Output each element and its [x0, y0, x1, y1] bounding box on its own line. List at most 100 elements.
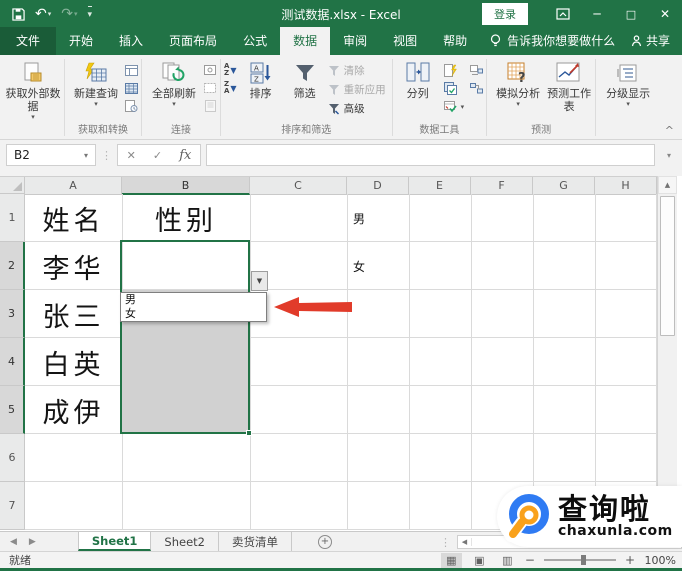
recent-sources-icon[interactable] [124, 99, 138, 113]
advanced-filter-button[interactable]: 高级 [327, 101, 389, 116]
zoom-out-icon[interactable]: − [525, 553, 535, 567]
sheet-tab-sales-list[interactable]: 卖货清单 [219, 532, 292, 551]
column-header-f[interactable]: F [471, 177, 533, 195]
tab-file[interactable]: 文件 [0, 27, 57, 55]
share-button[interactable]: 共享 [631, 32, 670, 49]
prev-sheet-icon[interactable]: ◀ [10, 537, 17, 547]
row-header-7[interactable]: 7 [0, 482, 25, 530]
filter-button[interactable]: 筛选 [283, 58, 327, 100]
column-header-d[interactable]: D [347, 177, 409, 195]
name-box-dropdown-icon[interactable]: ▾ [77, 151, 95, 160]
close-button[interactable]: ✕ [648, 0, 682, 28]
zoom-slider-thumb[interactable] [581, 555, 587, 565]
sort-descending-icon[interactable]: Z A ▼ [224, 81, 237, 95]
flash-fill-icon[interactable] [444, 63, 458, 77]
next-sheet-icon[interactable]: ▶ [29, 537, 36, 547]
tab-page-layout[interactable]: 页面布局 [156, 27, 230, 55]
insert-function-icon[interactable]: fx [179, 148, 191, 163]
row-header-1[interactable]: 1 [0, 194, 25, 242]
cell-d1[interactable]: 男 [347, 194, 409, 242]
sheet-tab-sheet1[interactable]: Sheet1 [77, 532, 152, 551]
tab-help[interactable]: 帮助 [430, 27, 480, 55]
column-header-c[interactable]: C [250, 177, 347, 195]
dropdown-option-male[interactable]: 男 [121, 293, 266, 307]
cell-a3[interactable]: 张三 [25, 290, 122, 338]
tab-insert[interactable]: 插入 [106, 27, 156, 55]
edit-links-icon[interactable] [203, 99, 217, 113]
text-to-columns-button[interactable]: 分列 [396, 58, 440, 100]
ribbon-display-options-icon[interactable] [546, 0, 580, 28]
tab-formulas[interactable]: 公式 [230, 27, 280, 55]
sort-ascending-icon[interactable]: A Z ▼ [224, 63, 237, 77]
reapply-filter-button[interactable]: 重新应用 [327, 82, 389, 97]
tab-review[interactable]: 审阅 [330, 27, 380, 55]
formula-input[interactable] [206, 144, 655, 166]
dropdown-option-female[interactable]: 女 [121, 307, 266, 321]
normal-view-icon[interactable]: ▦ [440, 552, 462, 568]
refresh-all-button[interactable]: 全部刷新 ▾ [145, 58, 203, 108]
row-header-3[interactable]: 3 [0, 290, 25, 338]
redo-button[interactable]: ↷ ▾ [61, 7, 77, 21]
zoom-in-icon[interactable]: + [625, 553, 635, 567]
status-bar: 就绪 ▦ ▣ ▥ − + 100% [0, 551, 682, 568]
new-sheet-icon[interactable]: + [318, 534, 332, 549]
cell-a2[interactable]: 李华 [25, 242, 122, 290]
connection-properties-icon[interactable] [203, 63, 217, 77]
cancel-entry-icon[interactable]: ✕ [127, 149, 136, 162]
name-box[interactable]: B2 ▾ [6, 144, 96, 166]
select-all-corner[interactable] [0, 177, 25, 194]
row-header-6[interactable]: 6 [0, 434, 25, 482]
tab-data[interactable]: 数据 [280, 27, 331, 55]
page-break-view-icon[interactable]: ▥ [497, 553, 518, 568]
forecast-sheet-button[interactable]: 预测工作表 [546, 58, 592, 113]
from-table-icon[interactable] [124, 81, 138, 95]
row-header-5[interactable]: 5 [0, 386, 25, 434]
column-header-h[interactable]: H [595, 177, 657, 195]
tab-home[interactable]: 开始 [56, 27, 106, 55]
row-header-4[interactable]: 4 [0, 338, 25, 386]
show-queries-icon[interactable] [124, 63, 138, 77]
relationships-icon[interactable] [469, 81, 483, 95]
what-if-analysis-button[interactable]: ? 模拟分析 ▾ [490, 58, 546, 108]
column-header-e[interactable]: E [409, 177, 471, 195]
properties-icon[interactable] [203, 81, 217, 95]
cell-a5[interactable]: 成伊 [25, 386, 122, 434]
undo-button[interactable]: ↶ ▾ [35, 7, 51, 21]
get-external-data-button[interactable]: 获取外部数据 ▾ [5, 58, 61, 121]
fill-handle[interactable] [246, 430, 252, 436]
vertical-scrollbar-thumb[interactable] [660, 196, 675, 336]
expand-formula-bar-icon[interactable]: ▾ [660, 151, 678, 160]
tell-me-box[interactable]: 告诉我你想要做什么 [490, 32, 615, 55]
clear-filter-button[interactable]: 清除 [327, 63, 389, 78]
data-validation-button[interactable]: ▾ [444, 99, 464, 114]
maximize-button[interactable]: □ [614, 0, 648, 28]
column-header-a[interactable]: A [25, 177, 122, 195]
zoom-slider[interactable] [543, 555, 616, 565]
cell-dropdown-button[interactable]: ▼ [251, 271, 268, 291]
customize-qat-button[interactable]: ▾ [87, 6, 93, 22]
page-layout-view-icon[interactable]: ▣ [469, 553, 490, 568]
consolidate-icon[interactable] [469, 63, 483, 77]
new-query-button[interactable]: 新建查询 ▾ [68, 58, 124, 108]
cell-a1[interactable]: 姓名 [25, 194, 122, 242]
zoom-level[interactable]: 100% [642, 554, 676, 567]
cell-d2[interactable]: 女 [347, 242, 409, 290]
cell-a4[interactable]: 白英 [25, 338, 122, 386]
cell-b1[interactable]: 性别 [122, 194, 250, 242]
column-header-g[interactable]: G [533, 177, 595, 195]
column-header-b[interactable]: B [122, 177, 250, 195]
scroll-up-icon[interactable]: ▲ [658, 176, 677, 194]
outline-button[interactable]: 分级显示 ▾ [599, 58, 657, 108]
tab-view[interactable]: 视图 [380, 27, 430, 55]
row-header-2[interactable]: 2 [0, 242, 25, 290]
vertical-scrollbar[interactable]: ▲ [657, 176, 677, 531]
remove-duplicates-icon[interactable] [444, 81, 458, 95]
minimize-button[interactable]: ─ [580, 0, 614, 28]
scroll-left-icon[interactable]: ◀ [458, 538, 472, 546]
confirm-entry-icon[interactable]: ✓ [153, 149, 162, 162]
save-icon[interactable] [12, 7, 25, 21]
sort-button[interactable]: AZ 排序 [239, 58, 283, 100]
login-button[interactable]: 登录 [482, 3, 528, 25]
sheet-tab-sheet2[interactable]: Sheet2 [151, 532, 219, 551]
collapse-ribbon-icon[interactable]: ^ [665, 124, 674, 137]
